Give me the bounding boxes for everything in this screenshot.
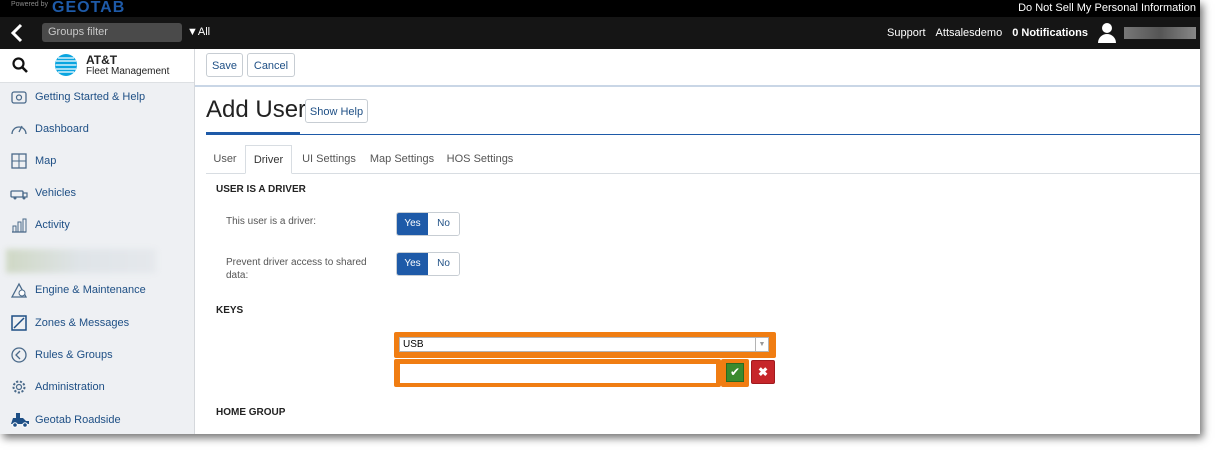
sidebar-item-label: Vehicles <box>35 187 76 199</box>
help-icon <box>10 88 28 106</box>
is-driver-no-option[interactable]: No <box>428 213 459 235</box>
prevent-access-label: Prevent driver access to shared data: <box>226 256 367 282</box>
sidebar-item-vehicles[interactable]: Vehicles <box>0 177 194 209</box>
sidebar-item-label: Map <box>35 155 57 167</box>
redacted-sidebar-item <box>6 249 156 273</box>
user-avatar-icon[interactable] <box>1096 22 1118 44</box>
main-content: Save Cancel Add User Show Help User Driv… <box>195 49 1200 434</box>
logo-line2: Fleet Management <box>86 66 170 77</box>
sidebar-item-label: Geotab Roadside <box>35 414 121 426</box>
is-driver-label: This user is a driver: <box>226 216 317 227</box>
zones-icon <box>10 314 28 332</box>
tab-user[interactable]: User <box>206 145 244 173</box>
key-type-highlight: USB ▼ <box>394 332 776 358</box>
back-arrow-icon[interactable] <box>10 23 24 48</box>
sidebar-item-roadside[interactable]: Geotab Roadside <box>0 404 194 434</box>
is-driver-yes-option[interactable]: Yes <box>397 213 428 235</box>
section-title-keys: KEYS <box>216 305 244 316</box>
powered-by-text: Powered by <box>11 1 48 8</box>
tab-driver[interactable]: Driver <box>245 145 292 174</box>
sidebar-item-getting-started[interactable]: Getting Started & Help <box>0 81 194 113</box>
checkmark-icon: ✔ <box>729 365 741 379</box>
confirm-key-button[interactable]: ✔ <box>726 363 744 382</box>
search-icon[interactable] <box>12 57 28 73</box>
app-window: Powered by GEOTAB Do Not Sell My Persona… <box>0 0 1200 434</box>
gear-icon <box>10 378 28 396</box>
key-serial-input[interactable] <box>400 364 716 383</box>
title-underline <box>206 132 300 135</box>
prevent-access-toggle[interactable]: Yes No <box>396 252 460 276</box>
save-button[interactable]: Save <box>206 53 243 77</box>
username-redacted <box>1124 27 1196 39</box>
section-title-driver: USER IS A DRIVER <box>216 184 306 195</box>
sidebar-item-label: Rules & Groups <box>35 349 113 361</box>
tab-map-settings[interactable]: Map Settings <box>366 145 438 173</box>
activity-icon <box>10 216 28 234</box>
form-toolbar: Save Cancel <box>195 49 1200 87</box>
sidebar-item-dashboard[interactable]: Dashboard <box>0 113 194 145</box>
all-groups-label: All <box>197 26 211 38</box>
sidebar-item-map[interactable]: Map <box>0 145 194 177</box>
sidebar-header: AT&T Fleet Management <box>0 49 194 83</box>
roadside-icon <box>10 411 29 429</box>
do-not-sell-link[interactable]: Do Not Sell My Personal Information <box>1018 2 1196 14</box>
close-icon: ✖ <box>757 365 769 379</box>
is-driver-toggle[interactable]: Yes No <box>396 212 460 236</box>
geotab-logo: GEOTAB <box>52 0 126 16</box>
logo-line1: AT&T <box>86 53 118 67</box>
navbar-right: Support Attsalesdemo 0 Notifications <box>877 17 1196 49</box>
prevent-access-yes-option[interactable]: Yes <box>397 253 428 275</box>
confirm-highlight: ✔ <box>721 359 749 387</box>
page-title: Add User <box>206 96 307 123</box>
sidebar-item-administration[interactable]: Administration <box>0 371 194 403</box>
sidebar-item-label: Dashboard <box>35 123 89 135</box>
section-title-home-group: HOME GROUP <box>216 407 286 418</box>
all-groups-dropdown[interactable]: ▼All <box>187 26 210 38</box>
gauge-icon <box>10 120 28 138</box>
sidebar-item-label: Administration <box>35 381 105 393</box>
show-help-button[interactable]: Show Help <box>305 99 368 123</box>
sidebar-item-label: Getting Started & Help <box>35 91 146 103</box>
tab-hos-settings[interactable]: HOS Settings <box>441 145 519 173</box>
key-input-highlight <box>394 359 721 387</box>
chevron-down-icon: ▼ <box>755 338 768 351</box>
rules-icon <box>10 346 28 364</box>
sidebar-item-label: Activity <box>35 219 70 231</box>
att-globe-icon <box>54 53 78 77</box>
groups-filter-input[interactable]: Groups filter <box>42 23 182 42</box>
sidebar-item-label: Zones & Messages <box>35 317 130 329</box>
sidebar-item-activity[interactable]: Activity <box>0 209 194 241</box>
sidebar-item-engine[interactable]: Engine & Maintenance <box>0 274 194 306</box>
prevent-access-label-line2: data: <box>226 270 249 281</box>
support-link[interactable]: Support <box>887 27 926 39</box>
top-strip: Powered by GEOTAB Do Not Sell My Persona… <box>0 0 1200 17</box>
title-divider <box>206 134 1200 135</box>
caret-down-icon: ▼ <box>187 26 198 38</box>
key-type-value: USB <box>403 339 424 350</box>
map-icon <box>10 152 28 170</box>
sidebar-item-label: Engine & Maintenance <box>35 284 146 296</box>
notifications-link[interactable]: 0 Notifications <box>1012 27 1088 39</box>
navbar: Groups filter ▼All Support Attsalesdemo … <box>0 17 1200 49</box>
engine-icon <box>10 281 28 299</box>
sidebar-item-rules[interactable]: Rules & Groups <box>0 339 194 371</box>
cancel-button[interactable]: Cancel <box>247 53 295 77</box>
tab-bar: User Driver UI Settings Map Settings HOS… <box>206 145 1200 174</box>
remove-key-button[interactable]: ✖ <box>751 360 775 384</box>
prevent-access-label-line1: Prevent driver access to shared <box>226 257 367 268</box>
prevent-access-no-option[interactable]: No <box>428 253 459 275</box>
sidebar: AT&T Fleet Management Getting Started & … <box>0 49 195 434</box>
sidebar-item-zones[interactable]: Zones & Messages <box>0 307 194 339</box>
account-link[interactable]: Attsalesdemo <box>936 27 1003 39</box>
tab-ui-settings[interactable]: UI Settings <box>294 145 364 173</box>
vehicle-icon <box>10 184 28 202</box>
key-type-select[interactable]: USB ▼ <box>399 337 769 352</box>
